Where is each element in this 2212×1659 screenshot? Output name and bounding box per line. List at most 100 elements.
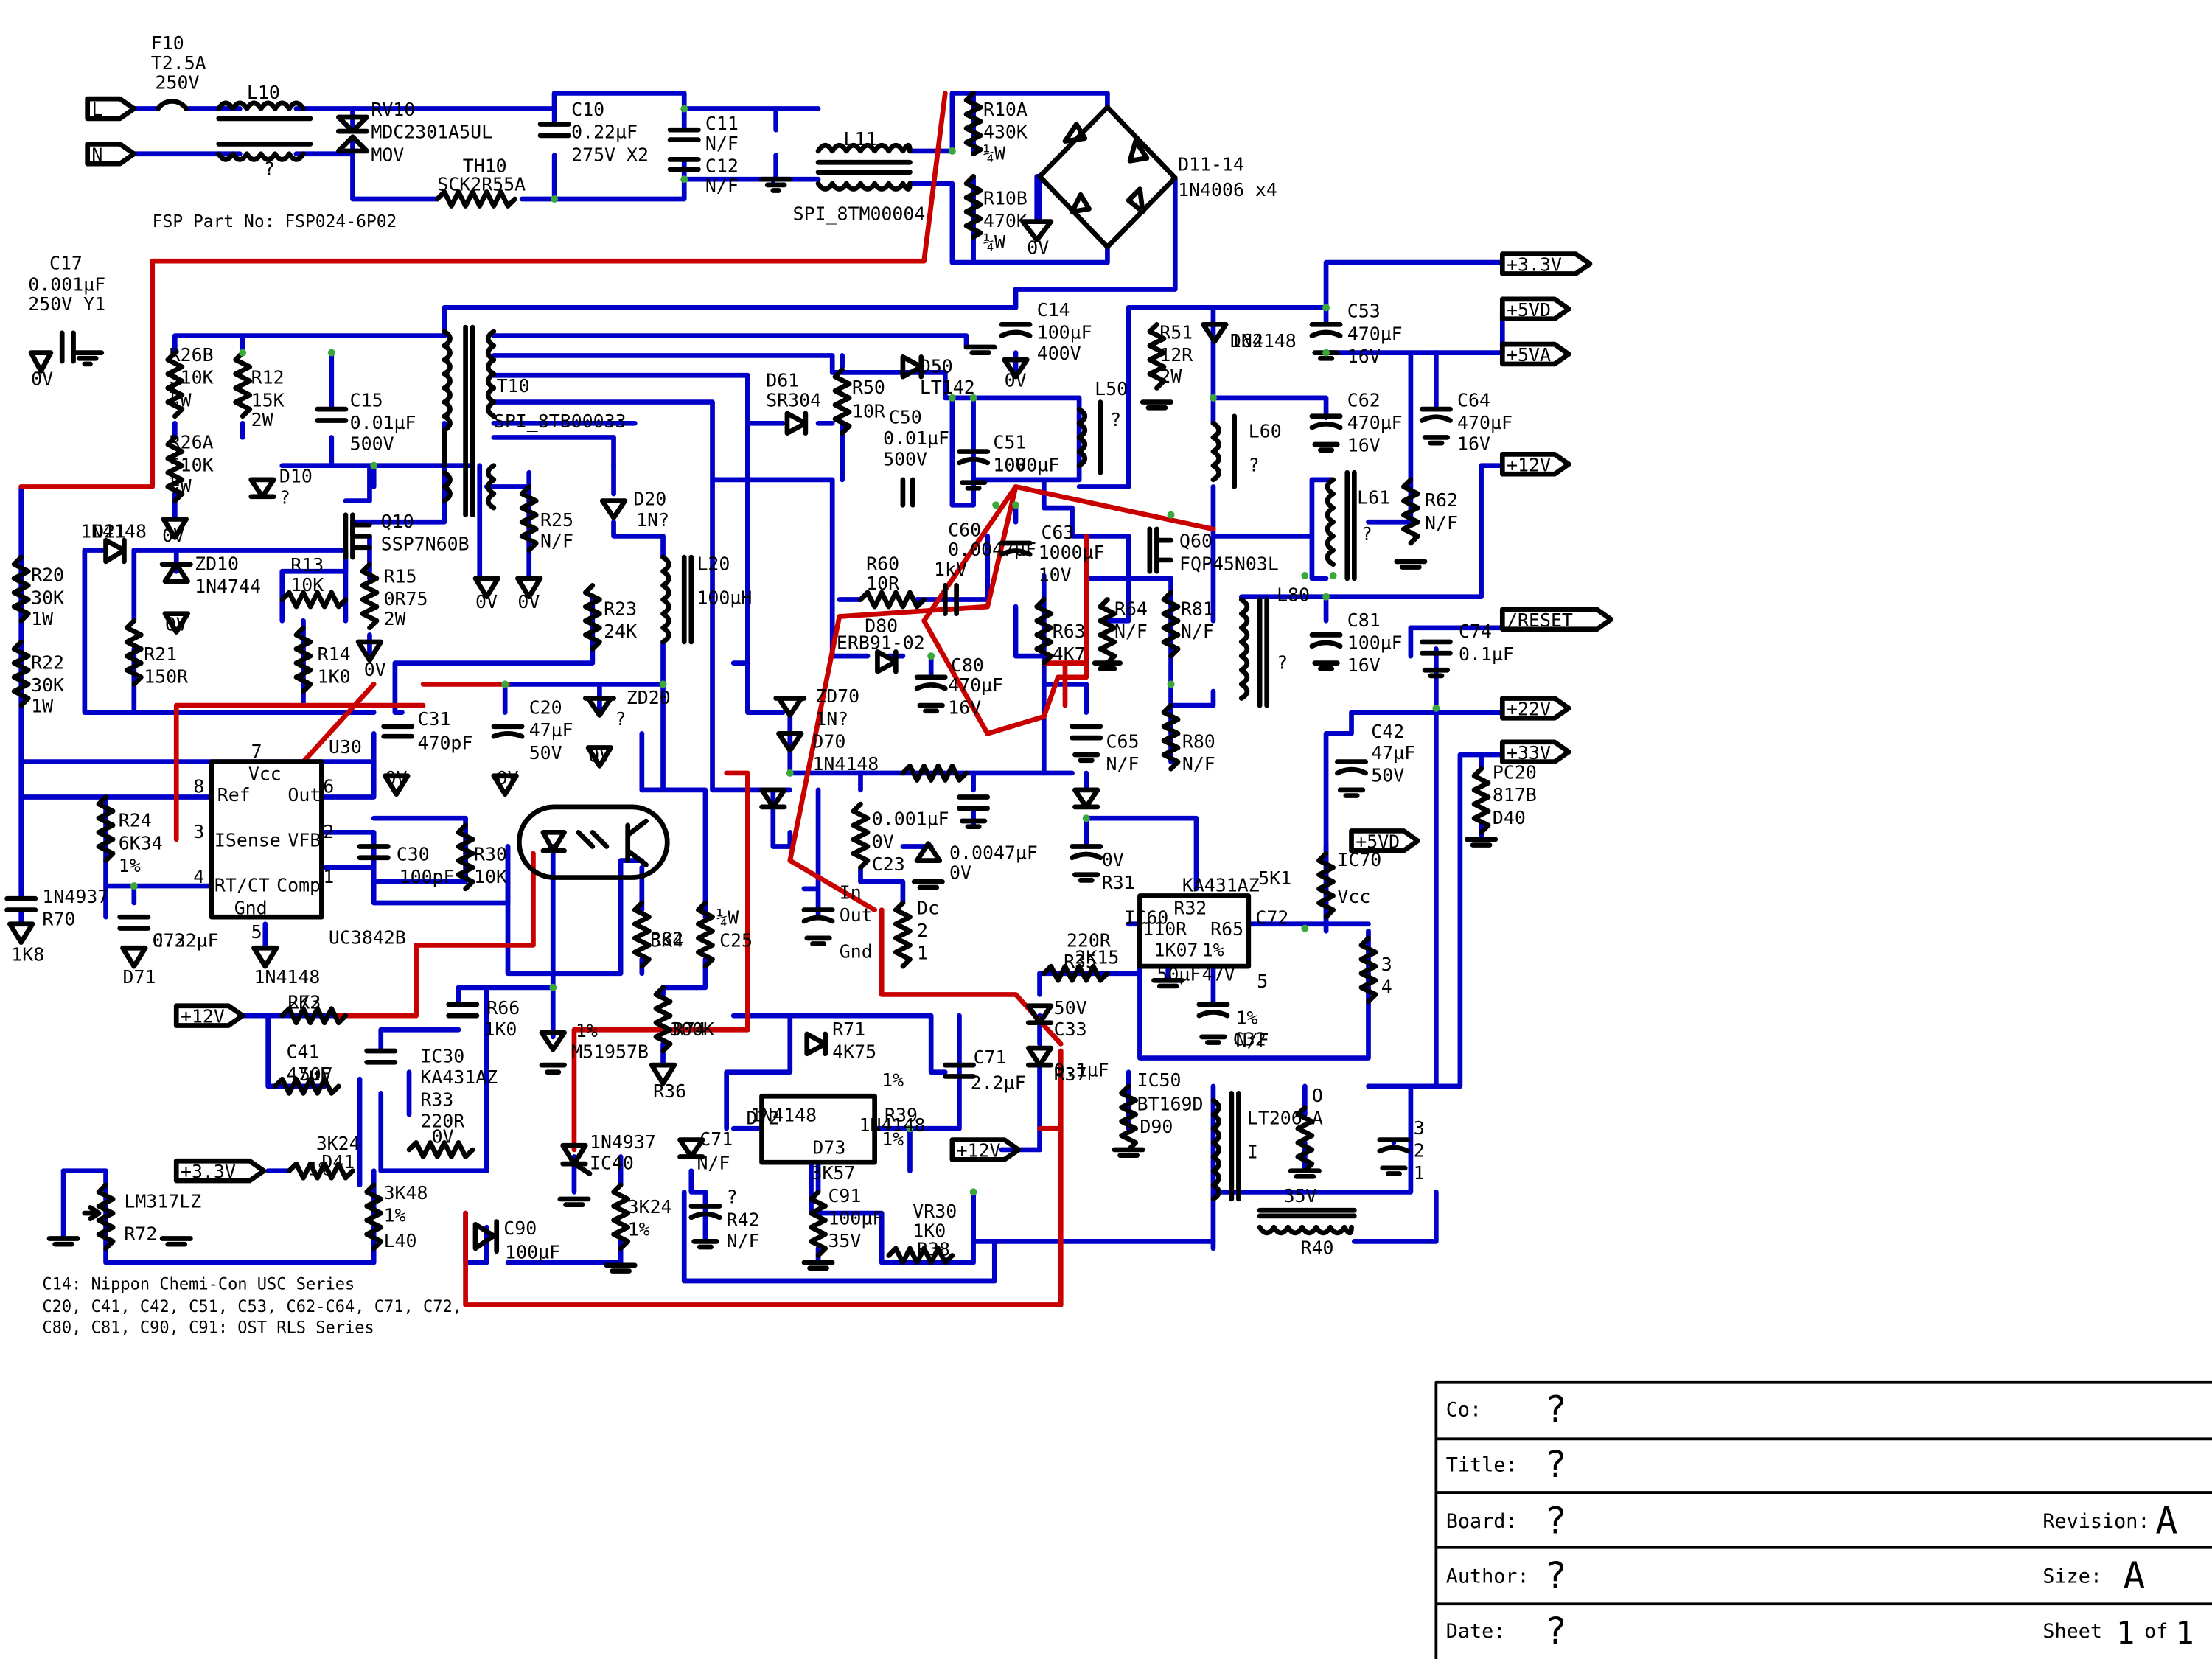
component-label: 1N? xyxy=(636,509,669,531)
component-label: C74 xyxy=(1459,621,1492,642)
component-label: 2 xyxy=(1414,1140,1425,1162)
component-label: 470µF xyxy=(1347,412,1403,433)
component-label: 470µF xyxy=(1347,323,1403,344)
component-label: 0.001µF xyxy=(28,273,105,295)
component-label: 50V xyxy=(1371,764,1404,786)
component-label: LT206 xyxy=(1247,1108,1302,1129)
component-label: R31 xyxy=(1102,872,1135,893)
component-label: 50µF xyxy=(1156,963,1201,985)
component-label: 0.01µF xyxy=(350,412,416,433)
component-label: 16V xyxy=(1457,433,1490,455)
component-label: U30 xyxy=(329,736,362,758)
component-label: 6 xyxy=(323,776,334,797)
component-label: R66 xyxy=(486,997,520,1019)
component-label: R25 xyxy=(540,509,573,531)
component-label: VR30 xyxy=(913,1201,957,1222)
component-label: M51957B xyxy=(571,1041,649,1063)
component-label: 1K8 xyxy=(11,943,44,965)
component-label: Q10 xyxy=(381,511,414,532)
component-label: 0V xyxy=(1027,237,1049,259)
component-label: IC50 xyxy=(1137,1069,1182,1091)
component-label: 0.01µF xyxy=(883,427,949,449)
component-label: ZD70 xyxy=(815,685,859,707)
component-label: R15 xyxy=(384,566,417,587)
component-label: 50V xyxy=(529,742,562,764)
component-label: 100µF xyxy=(828,1207,883,1229)
board-value: ? xyxy=(1545,1500,1567,1543)
component-label: 275V X2 xyxy=(571,144,649,165)
component-label: 3K48 xyxy=(384,1182,428,1204)
component-label: 1kV xyxy=(934,559,967,580)
component-label: R12 xyxy=(251,367,285,388)
component-label: FQP45N03L xyxy=(1179,553,1279,574)
port-5vd-b-label: +5VD xyxy=(1356,831,1400,852)
component-label: R39 xyxy=(885,1105,918,1126)
component-label: C33 xyxy=(1054,1019,1087,1040)
component-label: N/F xyxy=(1114,621,1148,642)
component-label: Comp xyxy=(276,875,321,896)
component-label: R32 xyxy=(1173,897,1207,918)
component-label: R10A xyxy=(983,99,1028,120)
component-label: 1% xyxy=(1202,940,1224,961)
component-label: 1K0 xyxy=(484,1019,517,1040)
board-label: Board: xyxy=(1446,1510,1518,1533)
component-label: IC30 xyxy=(420,1045,464,1066)
component-label: 0V xyxy=(165,614,187,635)
component-label: 47µF xyxy=(1371,742,1415,764)
component-label: C31 xyxy=(418,708,451,730)
component-label: C71 xyxy=(699,1128,733,1150)
component-label: ISense xyxy=(214,829,281,851)
component-label: 6K34 xyxy=(119,832,163,853)
port-reset-label: /RESET xyxy=(1507,610,1573,631)
component-label: C65 xyxy=(1106,730,1139,752)
component-label: C42 xyxy=(1371,721,1404,742)
component-label: C64 xyxy=(1457,389,1490,411)
port-5vd-label: +5VD xyxy=(1507,299,1551,321)
component-label: ? xyxy=(1361,523,1372,545)
port-12v-in1-label: +12V xyxy=(181,1006,225,1027)
component-label: L50 xyxy=(1095,378,1128,399)
component-label: Gnd xyxy=(840,941,873,963)
bridge-d11-14 xyxy=(1037,105,1178,250)
component-label: 35V xyxy=(828,1230,861,1251)
component-label: 12R xyxy=(1159,344,1193,366)
component-label: 1N4744 xyxy=(195,576,261,597)
component-label: R65 xyxy=(1210,918,1243,940)
component-label: 0V xyxy=(385,767,407,789)
component-label: R23 xyxy=(604,598,637,620)
component-label: 1% xyxy=(384,1205,406,1226)
component-label: MDC2301A5UL xyxy=(371,122,492,143)
component-label: 5K1 xyxy=(1258,867,1291,889)
component-label: IC70 xyxy=(1337,849,1381,870)
port-3v3-label: +3.3V xyxy=(1507,254,1562,276)
component-label: R20 xyxy=(31,565,64,586)
component-label: 0.001µF xyxy=(872,808,949,830)
capacitor-c10 xyxy=(537,122,571,139)
component-label: MOV xyxy=(371,144,404,165)
component-label: 0V xyxy=(162,525,184,546)
component-label: C17 xyxy=(49,253,83,274)
component-label: 1N4148 xyxy=(80,520,147,542)
component-label: 2 xyxy=(323,821,334,842)
component-label: N/F xyxy=(727,1230,760,1251)
component-label: 0V xyxy=(1005,370,1027,391)
component-label: 3K4 xyxy=(650,929,683,951)
component-label: 10R xyxy=(866,573,899,594)
component-label: N/F xyxy=(1236,1030,1269,1051)
component-label: R42 xyxy=(727,1209,760,1230)
fuse-f10 xyxy=(156,99,189,111)
component-label: 1% xyxy=(119,855,141,876)
component-label: F10 xyxy=(151,32,184,54)
component-label: 1% xyxy=(882,1069,904,1091)
port-l-label: L xyxy=(91,99,102,120)
component-label: R30 xyxy=(474,844,507,865)
component-label: D71 xyxy=(123,966,156,988)
component-label: 0V xyxy=(475,591,498,612)
component-label: In xyxy=(840,881,862,903)
component-label: R81 xyxy=(1181,598,1214,620)
component-label: 47V xyxy=(1202,963,1235,985)
component-label: C41 xyxy=(287,1041,320,1063)
component-label: 16V xyxy=(1347,654,1381,676)
component-label: 24K xyxy=(604,621,637,642)
component-label: 510K xyxy=(170,367,214,388)
